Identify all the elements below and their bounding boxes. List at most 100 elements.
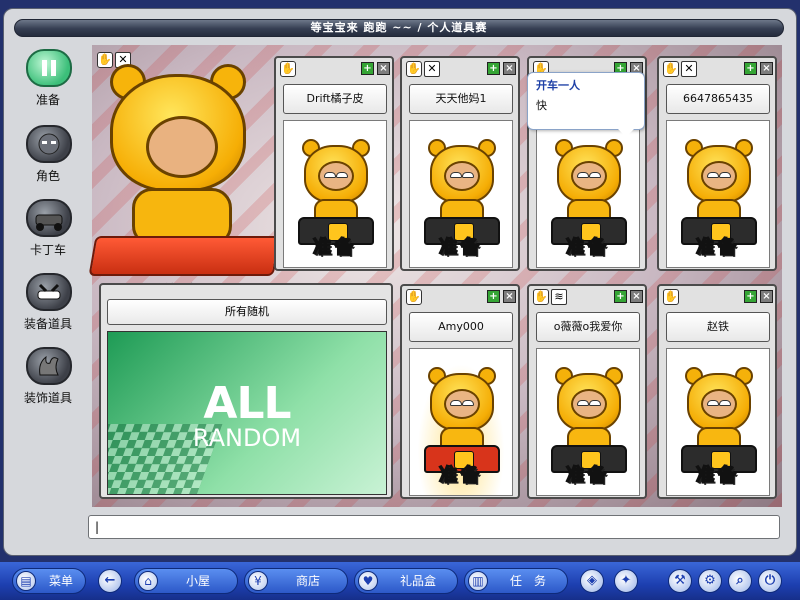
item-slot-icon[interactable]: ≋ [551,289,567,305]
sidebar-item-decoration[interactable]: 装饰道具 [8,343,88,413]
player-portrait: 准备 [409,120,513,268]
power-icon: ⏻ [764,573,776,588]
card-toolbar: ✋ ✕ + × [663,61,773,79]
self-player-display: 准备 [88,50,281,307]
wrench-icon: ⚒ [674,573,686,588]
self-character [104,64,264,254]
add-button[interactable]: + [614,290,627,303]
hand-icon: ✋ [663,289,679,305]
player-portrait: 准备 [283,120,387,268]
track-preview[interactable]: ALL RANDOM [107,331,387,495]
shop-icon: ¥ [248,571,268,591]
player-name: o薇薇o我爱你 [536,312,640,342]
gift-icon: ♥ [358,571,378,591]
compass-button[interactable]: ◈ [580,569,604,593]
gift-box-button[interactable]: ♥ 礼品盒 [354,568,458,594]
player-portrait: 准备 [666,120,770,268]
ready-stamp: 准备 [438,464,483,487]
equipment-icon [26,273,72,311]
book-icon: ▥ [468,571,488,591]
player-name: Amy000 [409,312,513,342]
house-icon: ⌂ [138,571,158,591]
close-slot-button[interactable]: × [377,62,390,75]
ready-stamp: 准备 [565,236,610,259]
sidebar-item-character[interactable]: 角色 [8,121,88,191]
add-button[interactable]: + [487,290,500,303]
sidebar-item-kart[interactable]: 卡丁车 [8,195,88,265]
ready-stamp: 准备 [695,236,740,259]
room-title: 等宝宝来 跑跑 ~~ / 个人道具赛 [14,19,784,37]
menu-button[interactable]: ▤ 菜单 [12,568,86,594]
ready-stamp: 准备 [438,236,483,259]
decoration-icon [26,347,72,385]
close-slot-button[interactable]: × [760,290,773,303]
ready-stamp: 准备 [312,236,357,259]
card-toolbar: ✋ + × [663,289,773,307]
hand-icon: ✋ [406,289,422,305]
item-slot-icon[interactable]: ✕ [681,61,697,77]
add-button[interactable]: + [744,290,757,303]
settings-button[interactable]: ⚒ [668,569,692,593]
ready-stamp: 准备 [565,464,610,487]
player-slot-1[interactable]: ✋ + × Drift橘子皮 准备 [274,56,394,271]
sidebar-item-label: 角色 [35,169,60,183]
player-name: 6647865435 [666,84,770,114]
house-button[interactable]: ⌂ 小屋 [134,568,238,594]
character-icon [26,125,72,163]
hand-icon: ✋ [406,61,422,77]
taskbar: ▤ 菜单 ← ⌂ 小屋 ¥ 商店 ♥ 礼品盒 ▥ 任 务 ◈ ✦ ⚒ ⚙ ⌕ ⏻ [0,562,800,600]
player-portrait: 准备 [666,348,770,496]
track-preview-title: ALL [203,378,291,429]
player-portrait: 准备 [536,120,640,268]
track-preview-subtitle: RANDOM [192,424,302,452]
search-icon: ⌕ [736,573,744,588]
add-button[interactable]: + [487,62,500,75]
card-toolbar: ✋ + × [406,289,516,307]
card-toolbar: ✋ + × [280,61,390,79]
shop-button[interactable]: ¥ 商店 [244,568,348,594]
chat-input[interactable] [88,515,780,539]
sidebar-item-label: 准备 [35,93,60,107]
close-slot-button[interactable]: × [503,62,516,75]
player-name: 赵铁 [666,312,770,342]
compass-icon: ◈ [587,573,597,588]
mission-button[interactable]: ▥ 任 务 [464,568,568,594]
wand-icon: ✦ [620,573,632,588]
add-button[interactable]: + [744,62,757,75]
sidebar-item-label: 装备道具 [23,317,72,331]
player-portrait: 准备 [536,348,640,496]
track-name-button[interactable]: 所有随机 [107,299,387,325]
network-icon: ⚙ [704,573,716,588]
pause-icon [26,49,72,87]
player-name: Drift橘子皮 [283,84,387,114]
track-panel: 所有随机 ALL RANDOM [99,283,393,499]
player-portrait: 准备 [409,348,513,496]
hand-icon: ✋ [280,61,296,77]
ready-stamp: 准备 [695,464,740,487]
search-button[interactable]: ⌕ [728,569,752,593]
sidebar-item-label: 卡丁车 [29,243,66,257]
close-slot-button[interactable]: × [760,62,773,75]
back-arrow-icon: ← [104,573,116,588]
card-toolbar: ✋ ≋ + × [533,289,643,307]
item-slot-icon[interactable]: ✕ [424,61,440,77]
player-name: 天天他妈1 [409,84,513,114]
sidebar-item-ready[interactable]: 准备 [8,45,88,115]
player-slot-2[interactable]: ✋ ✕ + × 天天他妈1 准备 [400,56,520,271]
player-slot-4[interactable]: ✋ ✕ + × 6647865435 准备 [657,56,777,271]
back-button[interactable]: ← [98,569,122,593]
chat-bubble: 开车一人 快 [527,72,645,137]
sidebar-item-label: 装饰道具 [23,391,72,405]
player-slot-5[interactable]: ✋ + × Amy000 准备 [400,284,520,499]
player-slot-6[interactable]: ✋ ≋ + × o薇薇o我爱你 准备 [527,284,647,499]
chat-bubble-text: 快 [536,99,547,112]
network-button[interactable]: ⚙ [698,569,722,593]
add-button[interactable]: + [361,62,374,75]
tools-button[interactable]: ✦ [614,569,638,593]
close-slot-button[interactable]: × [503,290,516,303]
close-slot-button[interactable]: × [630,290,643,303]
self-kart [88,236,281,276]
sidebar-item-equipment[interactable]: 装备道具 [8,269,88,339]
player-slot-7[interactable]: ✋ + × 赵铁 准备 [657,284,777,499]
power-button[interactable]: ⏻ [758,569,782,593]
